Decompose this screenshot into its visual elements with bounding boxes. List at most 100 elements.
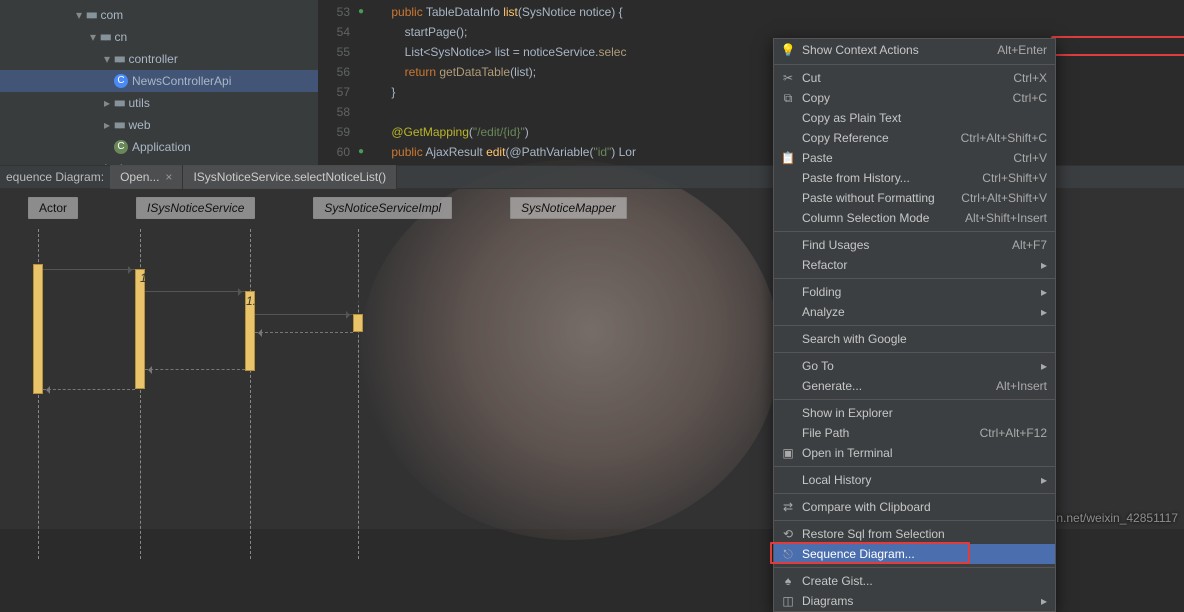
lifeline [358, 229, 359, 559]
menu-show-context-actions[interactable]: 💡Show Context ActionsAlt+Enter [774, 39, 1055, 61]
line-number: 56 [318, 62, 358, 82]
menu-diagrams[interactable]: ◫Diagrams▸ [774, 591, 1055, 611]
menu-find-usages[interactable]: Find UsagesAlt+F7 [774, 235, 1055, 255]
cut-icon: ✂ [780, 71, 796, 85]
menu-local-history[interactable]: Local History▸ [774, 470, 1055, 490]
menu-column-selection[interactable]: Column Selection ModeAlt+Shift+Insert [774, 208, 1055, 228]
tree-item-newscontrollerapi[interactable]: C NewsControllerApi [0, 70, 318, 92]
menu-separator [774, 466, 1055, 467]
terminal-icon: ▣ [780, 446, 796, 460]
tree-label: web [129, 118, 151, 132]
activation-bar [33, 264, 43, 394]
close-icon[interactable]: × [165, 170, 172, 184]
line-number: 53 [318, 2, 358, 22]
menu-separator [774, 278, 1055, 279]
tree-label: cn [115, 30, 128, 44]
diagram-message: 1.1:selectNoticeList [140, 271, 244, 285]
tree-item-utils[interactable]: ▸ utils [0, 92, 318, 114]
return-arrow-icon [145, 369, 245, 370]
copy-icon: ⧉ [780, 91, 796, 106]
diagram-actor[interactable]: Actor [28, 197, 78, 219]
arrow-icon [145, 291, 245, 292]
highlight-box [1051, 36, 1184, 56]
class-icon: C [114, 74, 128, 88]
menu-copy[interactable]: ⧉CopyCtrl+C [774, 88, 1055, 108]
collapse-icon: ▾ [100, 52, 114, 66]
github-icon: ♠ [780, 574, 796, 588]
collapse-icon: ▾ [86, 30, 100, 44]
diagram-message: 1.1.1:selectNoticeList [246, 294, 360, 308]
return-arrow-icon [255, 332, 353, 333]
menu-refactor[interactable]: Refactor▸ [774, 255, 1055, 275]
line-number: 54 [318, 22, 358, 42]
tree-label: Application [132, 140, 191, 154]
tab-open[interactable]: Open...× [110, 165, 183, 189]
tab-sequence[interactable]: ISysNoticeService.selectNoticeList() [183, 165, 397, 189]
diagram-lifeline-svc[interactable]: ISysNoticeService [136, 197, 255, 219]
menu-create-gist[interactable]: ♠Create Gist... [774, 571, 1055, 591]
menu-separator [774, 399, 1055, 400]
package-icon [114, 52, 125, 66]
menu-goto[interactable]: Go To▸ [774, 356, 1055, 376]
submenu-icon: ▸ [1041, 285, 1047, 299]
tree-item-cn[interactable]: ▾ cn [0, 26, 318, 48]
diagram-lifeline-impl[interactable]: SysNoticeServiceImpl [313, 197, 452, 219]
run-gutter-icon[interactable]: ● [358, 2, 378, 22]
menu-separator [774, 520, 1055, 521]
line-number: 55 [318, 42, 358, 62]
menu-show-explorer[interactable]: Show in Explorer [774, 403, 1055, 423]
menu-folding[interactable]: Folding▸ [774, 282, 1055, 302]
paste-icon: 📋 [780, 151, 796, 165]
line-number: 60 [318, 142, 358, 162]
tree-item-application[interactable]: C Application [0, 136, 318, 158]
diagram-lifeline-mapper[interactable]: SysNoticeMapper [510, 197, 627, 219]
context-menu: 💡Show Context ActionsAlt+Enter ✂CutCtrl+… [773, 38, 1056, 612]
submenu-icon: ▸ [1041, 594, 1047, 608]
submenu-icon: ▸ [1041, 305, 1047, 319]
line-number: 57 [318, 82, 358, 102]
menu-generate[interactable]: Generate...Alt+Insert [774, 376, 1055, 396]
menu-copy-plain[interactable]: Copy as Plain Text [774, 108, 1055, 128]
menu-sequence-diagram[interactable]: ⎋Sequence Diagram... [774, 544, 1055, 564]
menu-separator [774, 567, 1055, 568]
menu-paste-no-format[interactable]: Paste without FormattingCtrl+Alt+Shift+V [774, 188, 1055, 208]
menu-copy-reference[interactable]: Copy ReferenceCtrl+Alt+Shift+C [774, 128, 1055, 148]
lifeline [250, 229, 251, 559]
menu-analyze[interactable]: Analyze▸ [774, 302, 1055, 322]
tree-item-docker[interactable]: ▸ docker [0, 158, 318, 165]
tree-item-web[interactable]: ▸ web [0, 114, 318, 136]
menu-file-path[interactable]: File PathCtrl+Alt+F12 [774, 423, 1055, 443]
tree-label: utils [129, 96, 150, 110]
tree-item-controller[interactable]: ▾ controller [0, 48, 318, 70]
sequence-icon: ⎋ [780, 547, 796, 562]
submenu-icon: ▸ [1041, 359, 1047, 373]
tree-label: controller [129, 52, 178, 66]
project-tree[interactable]: ▾ com ▾ cn ▾ controller C NewsController… [0, 0, 318, 165]
menu-restore-sql[interactable]: ⟲Restore Sql from Selection [774, 524, 1055, 544]
menu-paste[interactable]: 📋PasteCtrl+V [774, 148, 1055, 168]
menu-cut[interactable]: ✂CutCtrl+X [774, 68, 1055, 88]
menu-separator [774, 231, 1055, 232]
arrow-icon [255, 314, 353, 315]
menu-search-google[interactable]: Search with Google [774, 329, 1055, 349]
activation-bar [353, 314, 363, 332]
run-gutter-icon[interactable]: ● [358, 142, 378, 162]
expand-icon: ▸ [100, 118, 114, 132]
sql-icon: ⟲ [780, 527, 796, 541]
menu-open-terminal[interactable]: ▣Open in Terminal [774, 443, 1055, 463]
menu-compare-clipboard[interactable]: ⇄Compare with Clipboard [774, 497, 1055, 517]
collapse-icon: ▾ [72, 8, 86, 22]
tree-item-com[interactable]: ▾ com [0, 4, 318, 26]
menu-separator [774, 493, 1055, 494]
tree-label: NewsControllerApi [132, 74, 231, 88]
expand-icon: ▸ [100, 96, 114, 110]
menu-paste-history[interactable]: Paste from History...Ctrl+Shift+V [774, 168, 1055, 188]
diagram-message: 1:selectNoticeList [30, 247, 124, 261]
package-icon [86, 8, 97, 22]
menu-separator [774, 64, 1055, 65]
package-icon [114, 118, 125, 132]
arrow-icon [43, 269, 135, 270]
class-run-icon: C [114, 140, 128, 154]
return-arrow-icon [43, 389, 135, 390]
submenu-icon: ▸ [1041, 258, 1047, 272]
